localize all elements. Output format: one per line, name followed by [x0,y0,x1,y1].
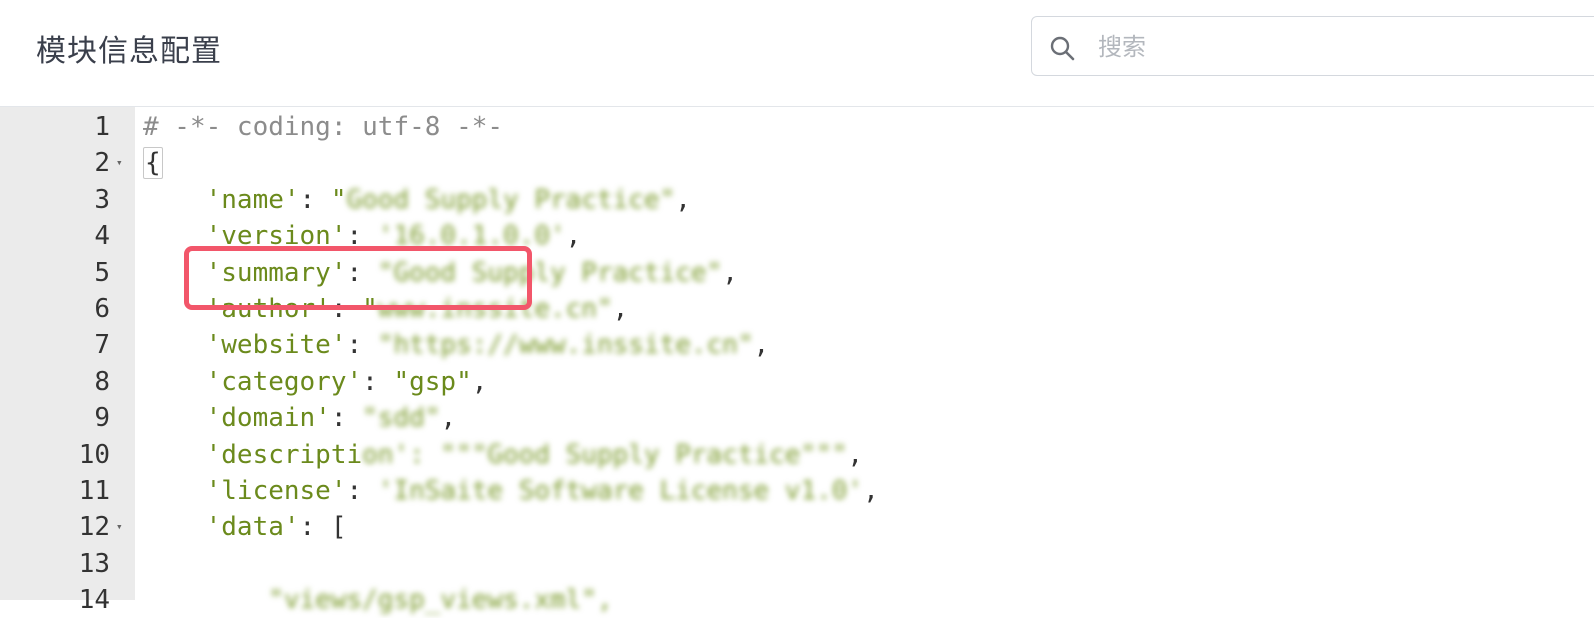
code-line[interactable]: 11 'license': 'InSaite Software License … [0,473,1594,509]
code-token: { [143,147,163,180]
code-token: # -*- coding: utf-8 -*- [143,112,504,142]
code-token: : [346,476,378,506]
code-token: 'descripti [143,439,363,470]
code-text: { [143,145,163,181]
fold-toggle-icon[interactable]: ▾ [116,509,123,545]
page-title: 模块信息配置 [36,34,222,69]
line-number: 8 [94,366,110,397]
search-input[interactable] [1096,27,1580,67]
code-token: 'category' [143,366,363,397]
code-token: , [471,366,488,397]
line-number: 10 [78,439,110,470]
code-text: 'domain': "sdd", [143,400,456,436]
line-number: 13 [78,548,110,579]
code-text: 'name': "Good Supply Practice", [143,182,691,218]
code-text: 'license': 'InSaite Software License v1.… [143,473,879,509]
code-token: : [362,366,394,397]
code-line[interactable]: 1 # -*- coding: utf-8 -*- [0,109,1594,145]
code-line[interactable]: 14 "views/gsp_views.xml", [0,582,1594,618]
code-line[interactable]: 3 'name': "Good Supply Practice", [0,182,1594,218]
code-text: 'website': "https://www.inssite.cn", [143,327,770,363]
code-token: 'data' [143,512,300,543]
code-editor[interactable]: 1 # -*- coding: utf-8 -*- 2 ▾{3 'name': "Go… [0,107,1594,615]
code-token: Good Supply Practice" [346,184,676,215]
code-text: 'category': "gsp", [143,364,488,400]
line-number: 9 [94,403,110,434]
fold-toggle-icon[interactable]: ▾ [116,145,123,181]
line-number: 3 [94,184,110,215]
code-token: 'license' [143,476,347,506]
highlight-annotation-box [184,246,532,310]
code-token: "gsp" [393,366,472,397]
code-token: "https://www.inssite.cn" [377,330,754,361]
code-token: on': """Good Supply Practice""" [362,439,848,470]
line-number: 11 [78,476,110,506]
line-number: 14 [78,585,110,616]
code-line[interactable]: 9 'domain': "sdd", [0,400,1594,436]
code-token: 'website' [143,330,347,361]
line-number: 7 [94,330,110,361]
code-token: 'name' [143,184,300,215]
line-number: 1 [94,112,110,142]
line-number: 6 [94,294,110,324]
code-token: : [ [299,512,347,543]
code-token: , [863,476,879,506]
code-token: , [847,439,864,470]
code-token: 'InSaite Software License v1.0' [377,476,864,506]
line-number: 12 [78,512,110,543]
code-line[interactable]: 13 [0,546,1594,582]
code-line[interactable]: 8 'category': "gsp", [0,364,1594,400]
search-icon [1050,36,1075,61]
code-text: # -*- coding: utf-8 -*- [143,109,503,145]
code-token: , [722,257,738,288]
code-text: 'data': [ [143,509,347,545]
code-token: : [330,403,363,434]
code-token: 'domain' [143,403,331,434]
code-line[interactable]: 12 ▾ 'data': [ [0,509,1594,545]
code-token: "sdd" [362,403,441,434]
code-line[interactable]: 2 ▾ { [0,145,1594,181]
code-token: , [753,330,770,361]
line-number: 4 [94,221,110,252]
code-token: " [330,184,347,215]
code-token: , [612,294,629,324]
code-text: 'description': """Good Supply Practice""… [143,437,863,473]
search-box[interactable] [1031,16,1594,76]
header: 模块信息配置 [0,0,1594,107]
code-line[interactable]: 10 'description': """Good Supply Practic… [0,437,1594,473]
code-token: , [565,221,582,252]
code-token: , [675,184,691,215]
line-number: 5 [94,257,110,288]
code-token: : [299,184,331,215]
code-text: "views/gsp_views.xml", [143,582,613,618]
code-token: "views/gsp_views.xml", [143,585,613,616]
code-token: , [440,403,457,434]
code-line[interactable]: 7 'website': "https://www.inssite.cn", [0,327,1594,363]
line-number: 2 [94,148,110,179]
code-token: : [346,330,378,361]
